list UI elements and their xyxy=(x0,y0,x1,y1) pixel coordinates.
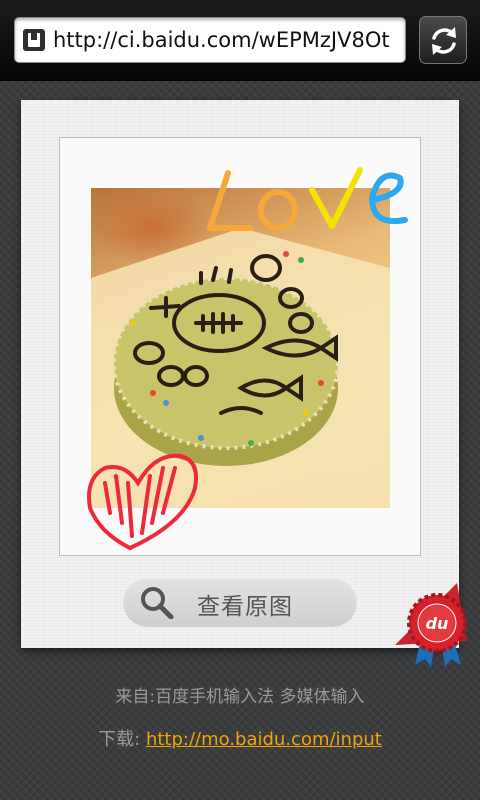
url-bar[interactable]: http://ci.baidu.com/wEPMzJV8Ot xyxy=(14,17,406,63)
source-text: 来自:百度手机输入法 多媒体输入 xyxy=(115,687,365,707)
baidu-badge-icon: du xyxy=(395,583,467,667)
photo-frame xyxy=(59,137,421,556)
image-card: 查看原图 xyxy=(21,100,459,648)
view-original-label: 查看原图 xyxy=(197,594,293,620)
download-link[interactable]: http://mo.baidu.com/input xyxy=(146,729,382,750)
badge-text: du xyxy=(426,614,449,633)
browser-toolbar: http://ci.baidu.com/wEPMzJV8Ot xyxy=(0,0,480,81)
search-icon xyxy=(141,587,174,619)
url-text: http://ci.baidu.com/wEPMzJV8Ot xyxy=(53,28,390,52)
cake-photo[interactable] xyxy=(91,188,390,508)
page-icon xyxy=(23,29,45,51)
download-line: 下载: http://mo.baidu.com/input xyxy=(0,725,480,751)
reload-button[interactable] xyxy=(419,16,467,64)
view-original-button[interactable]: 查看原图 xyxy=(123,577,357,627)
reload-icon xyxy=(432,27,456,55)
download-label: 下载: xyxy=(98,729,146,750)
